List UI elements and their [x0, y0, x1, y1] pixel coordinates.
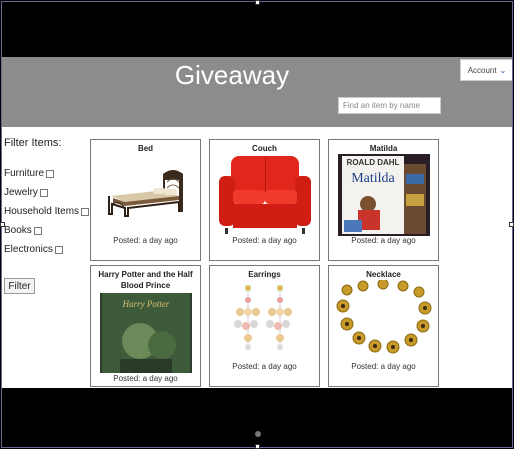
electronics-checkbox[interactable]	[54, 246, 63, 254]
matilda-cover-title: Matilda	[351, 171, 395, 186]
item-name: Couch	[252, 144, 277, 153]
filter-option-household: Household Items	[4, 206, 90, 217]
couch-image	[219, 156, 311, 234]
posted-time: Posted: a day ago	[232, 236, 297, 245]
item-card-earrings[interactable]: Earrings Posted: a day ago	[209, 265, 320, 387]
filter-option-furniture: Furniture	[4, 168, 55, 179]
resize-handle-left[interactable]	[0, 222, 5, 227]
posted-time: Posted: a day ago	[351, 236, 416, 245]
page-title: Giveaway	[174, 60, 290, 90]
resize-handle-bottom[interactable]	[255, 444, 260, 449]
jewelry-checkbox[interactable]	[39, 189, 48, 197]
filter-option-jewelry: Jewelry	[4, 187, 48, 198]
resize-handle-right[interactable]	[509, 222, 514, 227]
harry-potter-book-image: Harry Potter	[100, 293, 192, 373]
giveaway-app: Giveaway Account ⌄ Filter Items: Furnitu…	[2, 57, 512, 388]
account-dropdown[interactable]: Account ⌄	[460, 59, 512, 81]
posted-time: Posted: a day ago	[232, 362, 297, 371]
chevron-down-icon: ⌄	[499, 65, 507, 75]
filter-label-jewelry: Jewelry	[4, 187, 38, 198]
item-card-matilda[interactable]: Matilda ROALD DAHL Matilda Posted: a day…	[328, 139, 439, 261]
hp-cover-title: Harry Potter	[122, 299, 170, 309]
necklace-image	[336, 280, 432, 354]
item-card-couch[interactable]: Couch Posted: a day ago	[209, 139, 320, 261]
matilda-book-image: ROALD DAHL Matilda	[338, 154, 430, 236]
filter-label-electronics: Electronics	[4, 244, 53, 255]
search-input[interactable]	[338, 97, 441, 114]
filter-button[interactable]: Filter	[4, 278, 35, 294]
item-card-necklace[interactable]: Necklace Posted: a day ago	[328, 265, 439, 387]
item-card-harry-potter[interactable]: Harry Potter and the Half Blood Prince H…	[90, 265, 201, 387]
posted-time: Posted: a day ago	[113, 236, 178, 245]
filter-option-books: Books	[4, 225, 42, 236]
screenshot-frame: Giveaway Account ⌄ Filter Items: Furnitu…	[1, 1, 513, 448]
item-name: Earrings	[248, 270, 281, 279]
filter-label-books: Books	[4, 225, 32, 236]
earrings-image	[234, 285, 292, 350]
filter-label-furniture: Furniture	[4, 168, 45, 179]
posted-time: Posted: a day ago	[113, 374, 178, 383]
filter-label-household: Household Items	[4, 206, 80, 217]
filter-heading: Filter Items:	[4, 137, 62, 149]
item-name: Matilda	[369, 144, 398, 153]
furniture-checkbox[interactable]	[46, 170, 55, 178]
account-label: Account	[467, 65, 497, 75]
household-checkbox[interactable]	[81, 208, 90, 216]
matilda-cover-author: ROALD DAHL	[347, 158, 400, 167]
books-checkbox[interactable]	[33, 227, 42, 235]
item-name: Necklace	[366, 270, 401, 279]
page-indicator-dot[interactable]	[255, 431, 261, 437]
header-bar: Giveaway Account ⌄	[2, 57, 512, 127]
item-card-bed[interactable]: Bed Posted: a day ago	[90, 139, 201, 261]
filter-option-electronics: Electronics	[4, 244, 63, 255]
resize-handle-top[interactable]	[255, 0, 260, 5]
item-name: Harry Potter and the Half Blood Prince	[98, 270, 193, 290]
item-name: Bed	[137, 144, 154, 153]
bed-image	[108, 170, 183, 217]
posted-time: Posted: a day ago	[351, 362, 416, 371]
